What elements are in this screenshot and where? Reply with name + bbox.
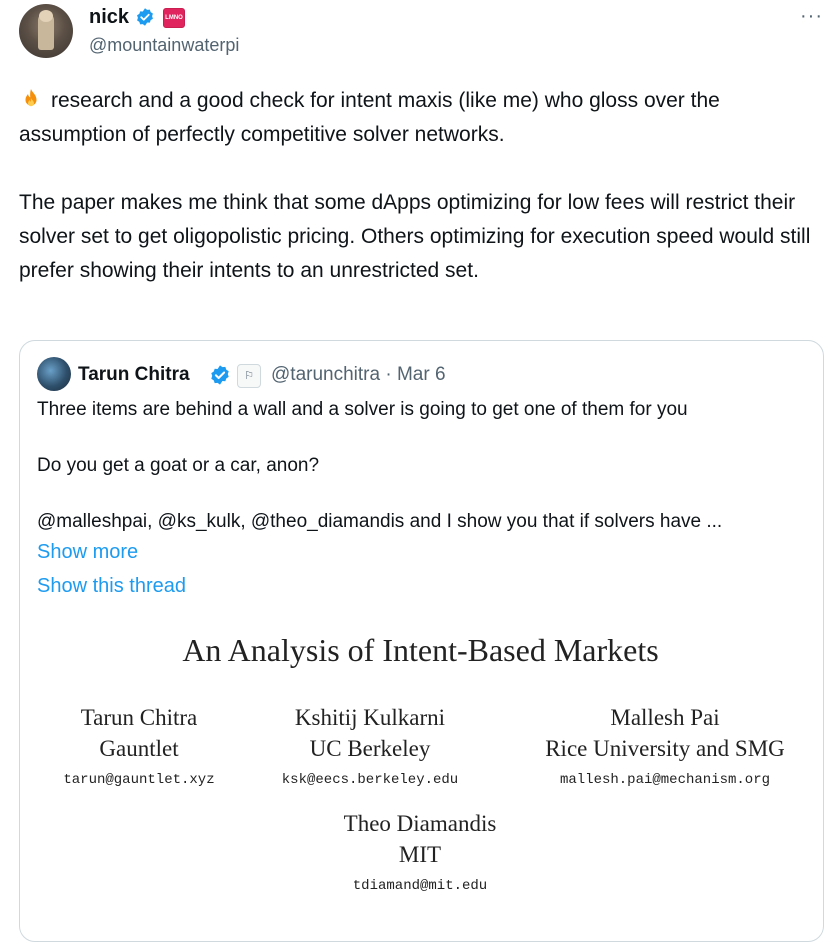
paper-title: An Analysis of Intent-Based Markets (182, 632, 659, 668)
show-thread-link[interactable]: Show this thread (37, 575, 186, 598)
quoted-line-1: Three items are behind a wall and a solv… (37, 399, 688, 420)
paper-author-email: ksk@eecs.berkeley.edu (281, 772, 459, 788)
quoted-post-body: Three items are behind a wall and a solv… (37, 396, 807, 536)
quoted-line-3: @malleshpai, @ks_kulk, @theo_diamandis a… (37, 511, 723, 532)
paper-author-3: Mallesh Pai Rice University and SMG mall… (515, 702, 815, 788)
paper-author-4: Theo Diamandis MIT tdiamand@mit.edu (270, 808, 570, 894)
paper-author-affiliation: UC Berkeley (309, 736, 431, 761)
paper-author-1: Tarun Chitra Gauntlet tarun@gauntlet.xyz (19, 702, 259, 788)
paper-author-2: Kshitij Kulkarni UC Berkeley ksk@eecs.be… (245, 702, 495, 788)
quoted-line-2: Do you get a goat or a car, anon? (37, 455, 320, 476)
paper-author-email: mallesh.pai@mechanism.org (559, 772, 771, 788)
post-paragraph-1: research and a good check for intent max… (19, 89, 720, 146)
post-body: research and a good check for intent max… (19, 84, 819, 288)
quoted-affiliate-badge-icon: ⚐ (237, 364, 261, 388)
more-options-icon[interactable]: ··· (800, 5, 823, 28)
quoted-verified-badge-icon (211, 365, 229, 385)
verified-badge-icon (137, 8, 153, 26)
paper-author-name: Theo Diamandis (343, 811, 497, 836)
paper-author-name: Tarun Chitra (80, 705, 198, 730)
fire-emoji-icon (25, 89, 37, 107)
paper-author-name: Mallesh Pai (610, 705, 720, 730)
paper-author-affiliation: Rice University and SMG (545, 736, 785, 761)
author-avatar[interactable] (19, 4, 73, 58)
post-paragraph-2: The paper makes me think that some dApps… (19, 191, 811, 282)
quoted-author-avatar[interactable] (37, 357, 71, 391)
paper-author-email: tdiamand@mit.edu (352, 878, 488, 894)
quoted-author-name[interactable]: Tarun Chitra (78, 364, 190, 386)
paper-author-affiliation: MIT (398, 842, 442, 867)
quoted-author-handle[interactable]: @tarunchitra · Mar 6 (271, 364, 446, 386)
paper-author-name: Kshitij Kulkarni (294, 705, 446, 730)
paper-author-affiliation: Gauntlet (99, 736, 179, 761)
author-handle[interactable]: @mountainwaterpi (89, 35, 239, 56)
author-name[interactable]: nick (89, 6, 129, 29)
paper-author-email: tarun@gauntlet.xyz (63, 772, 215, 788)
affiliate-badge-icon: LMNO (163, 8, 185, 28)
show-more-link[interactable]: Show more (37, 541, 138, 564)
